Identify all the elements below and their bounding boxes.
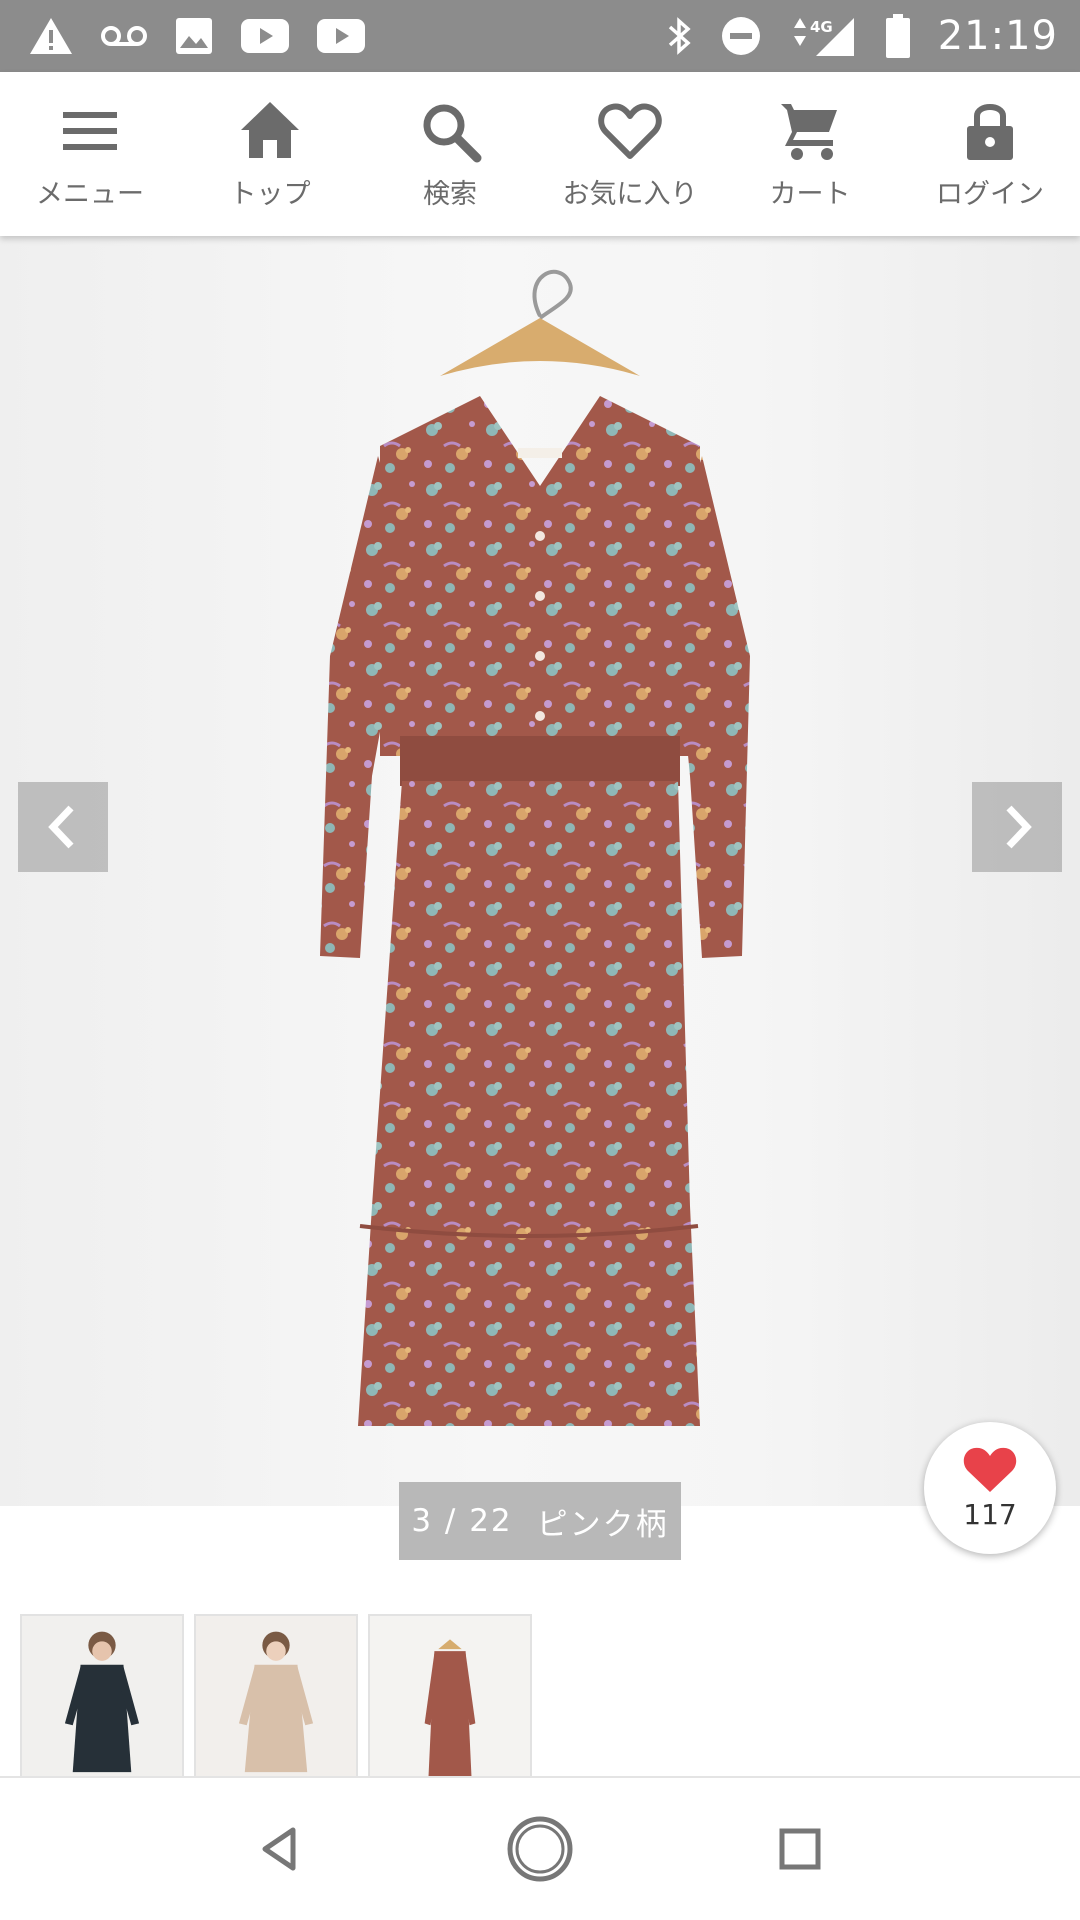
nav-favorites-button[interactable]: お気に入り: [545, 98, 715, 211]
recents-button[interactable]: [755, 1804, 845, 1894]
voicemail-icon: [100, 23, 148, 49]
do-not-disturb-icon: [720, 15, 762, 57]
cart-icon: [781, 103, 837, 160]
chevron-right-icon: [1006, 805, 1032, 849]
battery-icon: [884, 13, 912, 59]
chevron-left-icon: [48, 805, 74, 849]
system-navigation-bar: [0, 1776, 1080, 1920]
youtube-icon: [240, 18, 290, 54]
nav-favorites-label: お気に入り: [562, 178, 698, 210]
nav-cart-label: カート: [769, 178, 851, 210]
home-circle-icon: [507, 1816, 573, 1882]
image-icon: [174, 16, 214, 56]
color-variant-label: ピンク柄: [536, 1506, 669, 1543]
thumbnail-image-navy: [22, 1616, 182, 1776]
previous-image-button[interactable]: [18, 782, 108, 872]
nav-cart-button[interactable]: カート: [725, 98, 895, 211]
nav-top-button[interactable]: トップ: [185, 98, 355, 211]
thumbnail-1[interactable]: [20, 1614, 184, 1778]
nav-top-label: トップ: [229, 178, 311, 210]
thumbnail-3[interactable]: [368, 1614, 532, 1778]
nav-search-label: 検索: [423, 178, 477, 210]
status-right-icons: 4G 21:19: [666, 13, 1058, 59]
image-caption: 3 / 22 ピンク柄: [399, 1482, 681, 1560]
image-position-text: 3 / 22: [411, 1503, 513, 1539]
product-image-gallery[interactable]: [0, 236, 1080, 1506]
favorite-count: 117: [963, 1497, 1017, 1531]
back-button[interactable]: [235, 1804, 325, 1894]
recents-square-icon: [779, 1828, 821, 1870]
bluetooth-icon: [666, 15, 694, 57]
thumbnail-strip: [20, 1614, 532, 1778]
signal-icon: 4G: [788, 14, 858, 58]
clock: 21:19: [937, 13, 1058, 59]
thumbnail-image-beige: [196, 1616, 356, 1776]
menu-icon: [63, 111, 117, 150]
favorite-count-button[interactable]: 117: [924, 1422, 1056, 1554]
status-left-icons: [28, 16, 366, 56]
home-icon: [241, 101, 299, 158]
lock-icon: [967, 103, 1013, 160]
top-navigation: メニュー トップ 検索 お気に入り カート ログイン: [0, 72, 1080, 236]
heart-filled-icon: [963, 1447, 1017, 1492]
back-triangle-icon: [262, 1827, 296, 1871]
heart-icon: [598, 103, 662, 159]
search-icon: [423, 104, 482, 162]
next-image-button[interactable]: [972, 782, 1062, 872]
warning-icon: [28, 16, 74, 56]
network-type: 4G: [810, 18, 833, 36]
nav-login-button[interactable]: ログイン: [905, 98, 1075, 211]
home-button[interactable]: [495, 1804, 585, 1894]
nav-search-button[interactable]: 検索: [365, 98, 535, 211]
youtube-icon: [316, 18, 366, 54]
product-photo-dress: [320, 270, 750, 1426]
thumbnail-image-pink: [370, 1616, 530, 1776]
thumbnail-2[interactable]: [194, 1614, 358, 1778]
nav-menu-label: メニュー: [36, 178, 144, 210]
nav-menu-button[interactable]: メニュー: [5, 98, 175, 211]
nav-login-label: ログイン: [936, 178, 1044, 210]
status-bar: 4G 21:19: [0, 0, 1080, 72]
